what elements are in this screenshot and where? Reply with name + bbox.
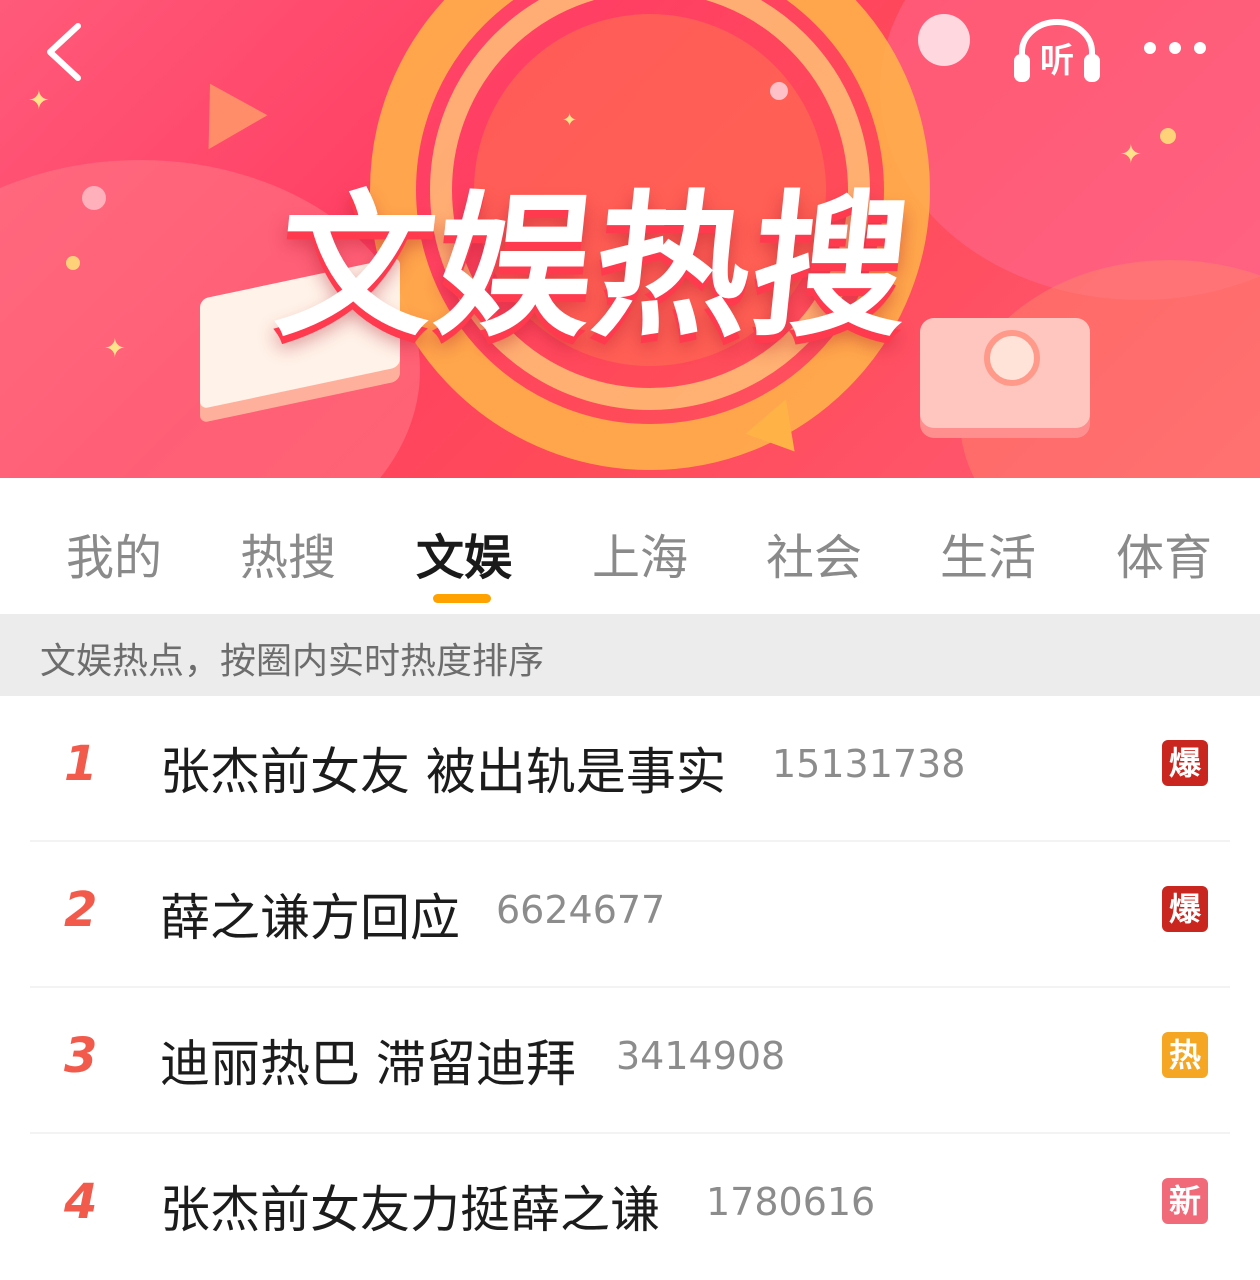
dot-decor [1160,128,1176,144]
topic-title[interactable]: 张杰前女友 被出轨是事实 [160,732,726,804]
list-description-bar: 文娱热点，按圈内实时热度排序 [0,614,1260,696]
dot-decor [82,186,106,210]
tab-mine[interactable]: 我的 [66,518,162,588]
sparkle-icon: ✦ [104,334,126,364]
sparkle-icon: ✦ [28,86,50,116]
heat-count: 1780616 [706,1180,876,1224]
topic-title[interactable]: 张杰前女友力挺薛之谦 [160,1170,660,1242]
tab-entertainment[interactable]: 文娱 [416,518,512,588]
camera-lens-decor [984,330,1040,386]
hot-badge: 热 [1162,1032,1208,1078]
headphones-icon[interactable]: 听 [1012,14,1102,84]
sparkle-icon: ✦ [1120,140,1142,170]
dot-decor [770,82,788,100]
banner: ✦ ✦ ✦ ✦ 文娱热搜 听 [0,0,1260,478]
topic-title[interactable]: 迪丽热巴 滞留迪拜 [160,1024,576,1096]
more-dots-icon[interactable] [1140,36,1210,60]
tab-society[interactable]: 社会 [766,518,862,588]
tab-hot-search[interactable]: 热搜 [240,518,336,588]
heat-count: 15131738 [772,742,966,786]
rank-number: 3 [64,1028,98,1084]
heat-count: 6624677 [496,888,666,932]
topic-title[interactable]: 薛之谦方回应 [160,878,460,950]
tab-sports[interactable]: 体育 [1116,518,1212,588]
hot-badge: 爆 [1162,886,1208,932]
banner-title: 文娱热搜 [268,176,921,358]
hot-badge: 爆 [1162,740,1208,786]
category-tabs: 我的 热搜 文娱 上海 社会 生活 体育 [0,478,1260,614]
rank-number: 2 [64,882,98,938]
list-item[interactable]: 4 张杰前女友力挺薛之谦 1780616 新 [0,1134,1260,1280]
chevron-left-icon[interactable] [40,20,100,84]
list-item[interactable]: 3 迪丽热巴 滞留迪拜 3414908 热 [0,988,1260,1134]
tab-life[interactable]: 生活 [940,518,1036,588]
triangle-decor [180,66,268,150]
dot-decor [66,256,80,270]
planet-decor [918,14,970,66]
list-item[interactable]: 2 薛之谦方回应 6624677 爆 [0,842,1260,988]
active-tab-indicator [433,594,491,603]
list-item[interactable]: 1 张杰前女友 被出轨是事实 15131738 爆 [0,696,1260,842]
new-badge: 新 [1162,1178,1208,1224]
sparkle-icon: ✦ [562,110,578,131]
listen-label: 听 [1040,41,1074,81]
list-description: 文娱热点，按圈内实时热度排序 [40,641,545,682]
heat-count: 3414908 [616,1034,786,1078]
rank-number: 4 [64,1174,98,1230]
tab-shanghai[interactable]: 上海 [592,518,688,588]
rank-number: 1 [64,736,98,792]
